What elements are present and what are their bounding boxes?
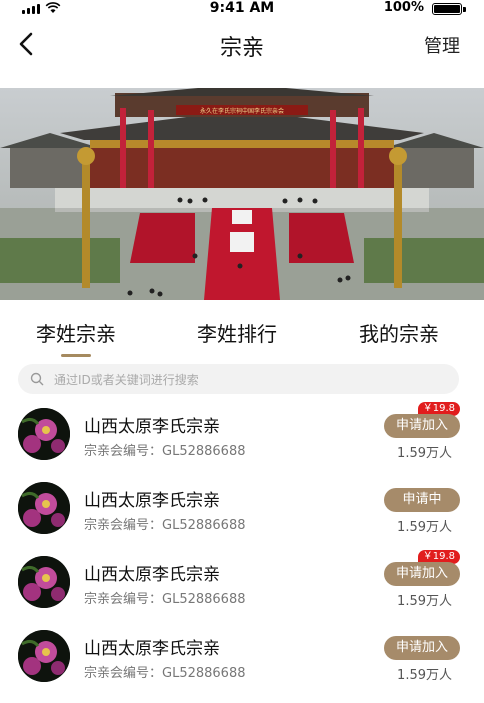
- member-count: 1.59万人: [397, 520, 452, 535]
- flower-icon: [18, 630, 70, 682]
- clan-number: 宗亲会编号：GL52886688: [84, 592, 246, 607]
- clan-number: 宗亲会编号：GL52886688: [84, 518, 246, 533]
- page-title: 宗亲: [219, 36, 264, 61]
- clan-name: 山西太原李氏宗亲: [84, 565, 220, 585]
- banner-image[interactable]: 永久在李氏宗祠中国李氏宗亲会: [0, 88, 484, 300]
- clan-name: 山西太原李氏宗亲: [84, 491, 220, 511]
- tab-bar: 李姓宗亲 李姓排行 我的宗亲: [0, 318, 484, 360]
- applying-button[interactable]: 申请中: [384, 488, 460, 512]
- avatar: [18, 630, 70, 682]
- flower-icon: [18, 408, 70, 460]
- manage-button[interactable]: 管理: [424, 32, 460, 58]
- tab-my-clan[interactable]: 我的宗亲: [359, 318, 439, 347]
- member-count: 1.59万人: [397, 446, 452, 461]
- list-item[interactable]: 山西太原李氏宗亲 宗亲会编号：GL52886688 申请中 1.59万人: [0, 474, 484, 548]
- list-item[interactable]: 山西太原李氏宗亲 宗亲会编号：GL52886688 ￥19.8 申请加入 1.5…: [0, 548, 484, 622]
- member-count: 1.59万人: [397, 594, 452, 609]
- battery-icon: [432, 3, 466, 15]
- temple-illustration: 永久在李氏宗祠中国李氏宗亲会: [0, 88, 484, 300]
- tab-li-clan[interactable]: 李姓宗亲: [36, 318, 116, 347]
- active-tab-indicator: [61, 354, 91, 357]
- flower-icon: [18, 482, 70, 534]
- clan-number: 宗亲会编号：GL52886688: [84, 444, 246, 459]
- apply-join-button[interactable]: 申请加入: [384, 562, 460, 586]
- status-bar: 9:41 AM 100%: [0, 0, 484, 18]
- search-input[interactable]: 通过ID或者关键词进行搜索: [18, 364, 459, 394]
- flower-icon: [18, 556, 70, 608]
- member-count: 1.59万人: [397, 668, 452, 683]
- nav-bar: 宗亲 管理: [0, 22, 484, 66]
- battery-percent: 100%: [383, 0, 424, 15]
- avatar: [18, 556, 70, 608]
- clan-name: 山西太原李氏宗亲: [84, 639, 220, 659]
- apply-join-button[interactable]: 申请加入: [384, 636, 460, 660]
- list-item[interactable]: 山西太原李氏宗亲 宗亲会编号：GL52886688 ￥19.8 申请加入 1.5…: [0, 400, 484, 474]
- search-icon: [30, 372, 44, 386]
- clan-name: 山西太原李氏宗亲: [84, 417, 220, 437]
- avatar: [18, 482, 70, 534]
- apply-join-button[interactable]: 申请加入: [384, 414, 460, 438]
- banner-sign: 永久在李氏宗祠中国李氏宗亲会: [200, 107, 284, 115]
- list-item[interactable]: 山西太原李氏宗亲 宗亲会编号：GL52886688 申请加入 1.59万人: [0, 622, 484, 696]
- clan-number: 宗亲会编号：GL52886688: [84, 666, 246, 681]
- avatar: [18, 408, 70, 460]
- tab-li-ranking[interactable]: 李姓排行: [197, 318, 277, 347]
- search-placeholder: 通过ID或者关键词进行搜索: [54, 372, 199, 387]
